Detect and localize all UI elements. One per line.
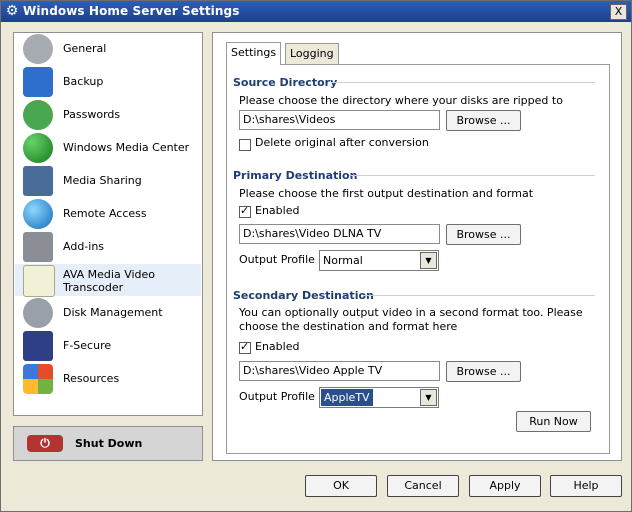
sidebar-item-label: Resources <box>63 372 120 385</box>
settings-tab-panel: Source Directory Please choose the direc… <box>226 64 610 454</box>
settings-content: Settings Logging Source Directory Please… <box>212 32 622 461</box>
secondary-profile-value: AppleTV <box>321 389 373 406</box>
help-button[interactable]: Help <box>550 475 622 497</box>
secondary-destination-title: Secondary Destination <box>233 289 374 302</box>
sidebar-item-resources[interactable]: Resources <box>15 363 201 395</box>
sidebar-item-label: Disk Management <box>63 306 163 319</box>
sidebar-item-general[interactable]: General <box>15 33 201 65</box>
delete-original-checkbox[interactable] <box>239 139 251 151</box>
secondary-browse-button[interactable]: Browse ... <box>446 361 521 382</box>
secondary-path-field[interactable]: D:\shares\Video Apple TV <box>239 361 440 381</box>
source-directory-title: Source Directory <box>233 76 338 89</box>
sidebar-item-label: Add-ins <box>63 240 105 253</box>
primary-divider <box>349 175 595 176</box>
title-bar: ⚙ Windows Home Server Settings X <box>1 1 631 22</box>
shutdown-button[interactable]: ⏻ Shut Down <box>13 426 203 461</box>
sidebar-item-label: Windows Media Center <box>63 141 190 154</box>
apply-button[interactable]: Apply <box>469 475 541 497</box>
addins-icon <box>23 232 53 262</box>
secondary-enabled-checkbox[interactable] <box>239 340 251 354</box>
tab-settings[interactable]: Settings <box>226 42 282 65</box>
source-divider <box>331 82 595 83</box>
close-button[interactable]: X <box>610 4 627 20</box>
delete-original-label: Delete original after conversion <box>255 136 429 149</box>
secondary-enabled-label: Enabled <box>255 340 300 353</box>
source-instructions: Please choose the directory where your d… <box>239 94 563 107</box>
primary-profile-value: Normal <box>323 254 363 267</box>
secondary-instructions-line1: You can optionally output video in a sec… <box>239 306 583 319</box>
transcoder-icon <box>23 265 55 297</box>
primary-enabled-label: Enabled <box>255 204 300 217</box>
media-center-icon <box>23 133 53 163</box>
primary-instructions: Please choose the first output destinati… <box>239 187 534 200</box>
window-title: Windows Home Server Settings <box>23 4 240 18</box>
sidebar-item-disk-management[interactable]: Disk Management <box>15 297 201 329</box>
secondary-profile-label: Output Profile <box>239 390 315 403</box>
primary-enabled-checkbox[interactable] <box>239 204 251 218</box>
secondary-divider <box>363 295 595 296</box>
primary-profile-select[interactable]: Normal ▼ <box>319 250 439 271</box>
gear-icon <box>23 34 53 64</box>
primary-profile-label: Output Profile <box>239 253 315 266</box>
sidebar-item-passwords[interactable]: Passwords <box>15 99 201 131</box>
sidebar-item-remote-access[interactable]: Remote Access <box>15 198 201 230</box>
primary-path-field[interactable]: D:\shares\Video DLNA TV <box>239 224 440 244</box>
passwords-icon <box>23 100 53 130</box>
chevron-down-icon[interactable]: ▼ <box>420 389 437 406</box>
sidebar-item-label: Passwords <box>63 108 121 121</box>
sidebar-item-label: Media Sharing <box>63 174 142 187</box>
sidebar-item-label: F-Secure <box>63 339 112 352</box>
sidebar-item-label-line2: Transcoder <box>63 281 124 294</box>
sidebar: General Backup Passwords Windows Media C… <box>13 32 203 416</box>
settings-gear-icon: ⚙ <box>5 3 19 19</box>
sidebar-item-label: General <box>63 42 107 55</box>
chevron-down-icon[interactable]: ▼ <box>420 252 437 269</box>
sidebar-item-label: Remote Access <box>63 207 147 220</box>
sidebar-item-media-sharing[interactable]: Media Sharing <box>15 165 201 197</box>
disk-management-icon <box>23 298 53 328</box>
primary-browse-button[interactable]: Browse ... <box>446 224 521 245</box>
sidebar-item-fsecure[interactable]: F-Secure <box>15 330 201 362</box>
sidebar-item-label: AVA Media Video Transcoder <box>63 268 155 294</box>
ok-button[interactable]: OK <box>305 475 377 497</box>
resources-icon <box>23 364 53 394</box>
power-icon: ⏻ <box>27 435 63 452</box>
primary-destination-title: Primary Destination <box>233 169 358 182</box>
run-now-button[interactable]: Run Now <box>516 411 591 432</box>
source-browse-button[interactable]: Browse ... <box>446 110 521 131</box>
sidebar-item-transcoder[interactable]: AVA Media Video Transcoder <box>15 264 201 297</box>
secondary-instructions-line2: choose the destination and format here <box>239 320 458 333</box>
sidebar-item-addins[interactable]: Add-ins <box>15 231 201 263</box>
sidebar-item-backup[interactable]: Backup <box>15 66 201 98</box>
sidebar-item-media-center[interactable]: Windows Media Center <box>15 132 201 164</box>
source-path-field[interactable]: D:\shares\Videos <box>239 110 440 130</box>
tab-logging[interactable]: Logging <box>285 43 339 64</box>
secondary-profile-select[interactable]: AppleTV ▼ <box>319 387 439 408</box>
fsecure-icon <box>23 331 53 361</box>
settings-window: ⚙ Windows Home Server Settings X General… <box>0 0 632 512</box>
sidebar-item-label-line1: AVA Media Video <box>63 268 156 281</box>
remote-access-icon <box>23 199 53 229</box>
shutdown-label: Shut Down <box>75 437 143 450</box>
media-sharing-icon <box>23 166 53 196</box>
backup-icon <box>23 67 53 97</box>
sidebar-item-label: Backup <box>63 75 104 88</box>
cancel-button[interactable]: Cancel <box>387 475 459 497</box>
